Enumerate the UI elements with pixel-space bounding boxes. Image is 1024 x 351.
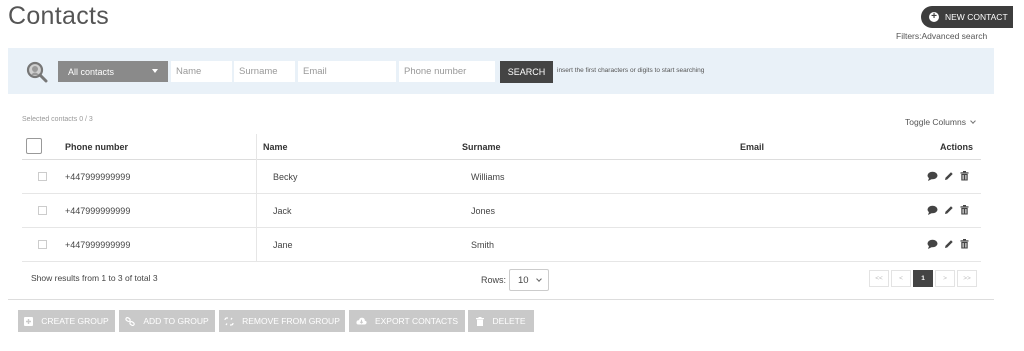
phone-input[interactable]: Phone number [399, 61, 495, 82]
add-to-group-label: ADD TO GROUP [143, 316, 209, 326]
edit-icon[interactable] [944, 205, 954, 215]
search-icon [26, 61, 48, 83]
rows-label: Rows: [481, 275, 507, 285]
create-group-label: CREATE GROUP [41, 316, 109, 326]
delete-button[interactable]: DELETE [468, 310, 534, 332]
remove-from-group-label: REMOVE FROM GROUP [242, 316, 340, 326]
page-1-button[interactable]: 1 [913, 270, 933, 287]
plus-square-icon [24, 316, 34, 326]
pagination: << < 1 > >> [869, 270, 977, 287]
column-header-email[interactable]: Email [740, 142, 764, 152]
cell-phone: +447999999999 [65, 240, 131, 250]
column-header-actions: Actions [940, 142, 974, 152]
plus-icon: + [929, 12, 939, 22]
message-icon[interactable] [927, 205, 938, 215]
chevron-down-icon [970, 118, 977, 124]
unlink-icon [224, 316, 234, 326]
name-input[interactable]: Name [171, 61, 232, 82]
row-checkbox[interactable] [38, 172, 47, 181]
search-hint: insert the first characters or digits to… [557, 67, 705, 74]
cell-phone: +447999999999 [65, 172, 131, 182]
caret-down-icon [152, 69, 158, 73]
cell-phone: +447999999999 [65, 206, 131, 216]
select-all-checkbox[interactable] [26, 138, 42, 154]
new-contact-button[interactable]: + NEW CONTACT [921, 6, 1013, 28]
results-summary: Show results from 1 to 3 of total 3 [31, 273, 158, 283]
delete-icon[interactable] [960, 205, 969, 215]
toggle-columns-button[interactable]: Toggle Columns [905, 117, 977, 127]
export-contacts-button[interactable]: EXPORT CONTACTS [349, 310, 465, 332]
page-title: Contacts [8, 2, 110, 30]
cell-name: Jack [273, 206, 292, 216]
next-page-button[interactable]: > [935, 270, 955, 287]
edit-icon[interactable] [944, 171, 954, 181]
prev-page-button[interactable]: < [891, 270, 911, 287]
chevron-down-icon [536, 276, 542, 282]
message-icon[interactable] [927, 239, 938, 249]
row-divider [22, 261, 981, 262]
contacts-type-value: All contacts [68, 66, 115, 77]
rows-per-page-value: 10 [518, 274, 529, 286]
cell-name: Jane [273, 240, 293, 250]
header-divider [22, 159, 981, 160]
toggle-columns-label: Toggle Columns [905, 117, 966, 127]
row-actions [927, 205, 969, 215]
column-divider [256, 134, 257, 262]
edit-icon[interactable] [944, 239, 954, 249]
row-actions [927, 171, 969, 181]
create-group-button[interactable]: CREATE GROUP [18, 310, 115, 332]
cell-surname: Smith [471, 240, 495, 250]
surname-input[interactable]: Surname [234, 61, 295, 82]
cell-surname: Williams [471, 172, 505, 182]
search-button[interactable]: SEARCH [500, 61, 553, 83]
row-actions [927, 239, 969, 249]
cell-name: Becky [273, 172, 298, 182]
link-icon [125, 316, 136, 326]
last-page-button[interactable]: >> [957, 270, 977, 287]
advanced-search-link[interactable]: Filters:Advanced search [896, 31, 987, 41]
row-divider [22, 227, 981, 228]
cell-surname: Jones [471, 206, 496, 216]
cloud-download-icon [356, 317, 367, 325]
trash-icon [476, 316, 485, 326]
add-to-group-button[interactable]: ADD TO GROUP [119, 310, 215, 332]
first-page-button[interactable]: << [869, 270, 889, 287]
delete-icon[interactable] [960, 239, 969, 249]
export-contacts-label: EXPORT CONTACTS [374, 316, 459, 326]
selected-count: Selected contacts 0 / 3 [22, 116, 93, 123]
delete-icon[interactable] [960, 171, 969, 181]
contacts-type-select[interactable]: All contacts [58, 61, 168, 82]
footer-divider [8, 299, 994, 300]
delete-label: DELETE [492, 316, 526, 326]
remove-from-group-button[interactable]: REMOVE FROM GROUP [219, 310, 345, 332]
row-checkbox[interactable] [38, 240, 47, 249]
column-header-surname[interactable]: Surname [462, 142, 501, 152]
rows-per-page-select[interactable]: 10 [509, 269, 549, 291]
column-header-phone[interactable]: Phone number [65, 142, 128, 152]
row-divider [22, 193, 981, 194]
new-contact-label: NEW CONTACT [945, 12, 1008, 22]
column-header-name[interactable]: Name [263, 142, 288, 152]
row-checkbox[interactable] [38, 206, 47, 215]
message-icon[interactable] [927, 171, 938, 181]
email-input[interactable]: Email [298, 61, 396, 82]
